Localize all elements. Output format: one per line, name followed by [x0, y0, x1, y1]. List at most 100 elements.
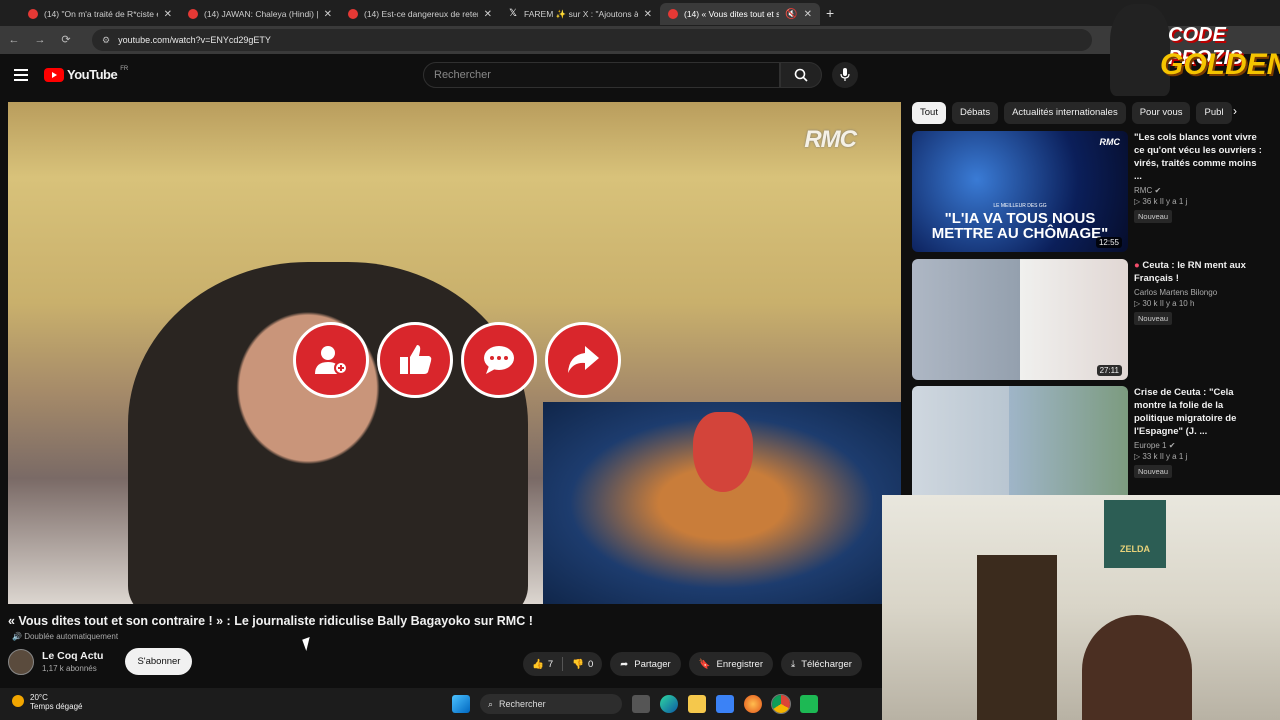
- forward-button[interactable]: →: [32, 32, 48, 48]
- video-thumbnail[interactable]: 27:11: [912, 259, 1128, 380]
- windows-taskbar: 20°C Temps dégagé ⌕ Rechercher: [0, 688, 882, 720]
- video-title: « Vous dites tout et son contraire ! » :…: [8, 614, 533, 628]
- play-icon: ▷: [1134, 452, 1141, 461]
- recommendation-title[interactable]: Crise de Ceuta : "Cela montre la folie d…: [1134, 386, 1264, 438]
- share-button[interactable]: ➦ Partager: [610, 652, 681, 676]
- dislike-button[interactable]: 👎 0: [563, 659, 602, 670]
- recommendation-channel[interactable]: RMC: [1134, 186, 1152, 195]
- play-icon: ▷: [1134, 299, 1141, 308]
- dubbed-text: Doublée automatiquement: [24, 632, 119, 641]
- search-button[interactable]: [780, 62, 822, 88]
- back-button[interactable]: ←: [6, 32, 22, 48]
- url-text: youtube.com/watch?v=ENYcd29gETY: [118, 35, 271, 45]
- new-badge: Nouveau: [1134, 210, 1173, 223]
- file-explorer-icon[interactable]: [688, 695, 706, 713]
- subscribe-button[interactable]: S'abonner: [125, 648, 193, 675]
- search-input[interactable]: Rechercher: [423, 62, 780, 88]
- recommendation-channel[interactable]: Europe 1: [1134, 441, 1166, 450]
- logo-text: YouTube: [67, 67, 118, 82]
- browser-tab-active[interactable]: (14) « Vous dites tout et son co 🔇 ✕: [660, 3, 820, 25]
- channel-name[interactable]: Le Coq Actu: [42, 650, 103, 662]
- close-icon[interactable]: ✕: [484, 9, 492, 20]
- youtube-icon: [28, 9, 38, 19]
- tab-title: (14) « Vous dites tout et son co: [684, 9, 780, 19]
- chip-all[interactable]: Tout: [912, 102, 946, 124]
- browser-tab[interactable]: (14) Est-ce dangereux de retenir ✕: [340, 3, 500, 25]
- bookshelf-image: [977, 555, 1057, 720]
- weather-widget[interactable]: 20°C Temps dégagé: [12, 693, 82, 711]
- site-info-icon[interactable]: ⚙: [102, 35, 110, 46]
- youtube-icon: [188, 9, 198, 19]
- video-player[interactable]: RMC: [8, 102, 901, 604]
- bookmark-icon: 🔖: [698, 658, 711, 670]
- chip-debates[interactable]: Débats: [951, 102, 999, 124]
- firefox-icon[interactable]: [744, 695, 762, 713]
- chrome-icon[interactable]: [771, 694, 791, 714]
- store-icon[interactable]: [716, 695, 734, 713]
- download-button[interactable]: ⤓ Télécharger: [781, 652, 862, 676]
- filter-chips: Tout Débats Actualités internationales P…: [912, 102, 1233, 124]
- channel-avatar[interactable]: [8, 648, 34, 675]
- browser-tab[interactable]: (14) "On m'a traité de R*ciste et ✕: [20, 3, 180, 25]
- chevron-right-icon[interactable]: ›: [1233, 104, 1237, 118]
- like-button[interactable]: 👍 7: [523, 659, 562, 670]
- new-tab-button[interactable]: +: [826, 5, 834, 21]
- tab-title: (14) JAWAN: Chaleya (Hindi) | SRK: [204, 9, 318, 19]
- x-icon: 𝕏: [508, 8, 518, 19]
- save-button[interactable]: 🔖 Enregistrer: [688, 652, 773, 676]
- thumbnail-caption: LE MEILLEUR DES GG: [993, 203, 1047, 209]
- taskbar-search[interactable]: ⌕ Rechercher: [480, 694, 622, 714]
- recommendation-item[interactable]: 27:11 ● Ceuta : le RN ment aux Français …: [912, 259, 1264, 380]
- windows-start-icon[interactable]: [452, 695, 470, 713]
- recommendation-channel[interactable]: Carlos Martens Bilongo: [1134, 288, 1264, 297]
- app-icon[interactable]: [800, 695, 818, 713]
- task-view-icon[interactable]: [632, 695, 650, 713]
- mute-icon[interactable]: 🔇: [785, 9, 797, 20]
- browser-tabbar: (14) "On m'a traité de R*ciste et ✕ (14)…: [0, 0, 1280, 26]
- youtube-header: YouTube FR Rechercher: [0, 54, 1280, 98]
- browser-tab[interactable]: (14) JAWAN: Chaleya (Hindi) | SRK ✕: [180, 3, 340, 25]
- reload-button[interactable]: ⟳: [58, 32, 74, 48]
- chip-for-you[interactable]: Pour vous: [1131, 102, 1191, 124]
- mouse-cursor: [302, 636, 314, 652]
- video-thumbnail[interactable]: [912, 386, 1128, 507]
- recommendation-title[interactable]: "Les cols blancs vont vivre ce qu'ont vé…: [1134, 131, 1264, 183]
- url-field[interactable]: ⚙ youtube.com/watch?v=ENYcd29gETY: [92, 29, 1092, 51]
- youtube-logo[interactable]: YouTube FR: [44, 66, 128, 82]
- recommendation-stats: 33 k Il y a 1 j: [1142, 452, 1188, 461]
- thumbs-down-icon: 👎: [572, 658, 584, 670]
- recommendation-item[interactable]: RMC LE MEILLEUR DES GG "L'IA VA TOUS NOU…: [912, 131, 1264, 252]
- weather-condition: Temps dégagé: [30, 702, 83, 711]
- youtube-play-icon: [44, 67, 64, 82]
- tab-title: FAREM ✨ sur X : "Ajoutons à ça: [524, 8, 638, 19]
- share-arrow-icon: [545, 322, 621, 398]
- video-thumbnail[interactable]: RMC LE MEILLEUR DES GG "L'IA VA TOUS NOU…: [912, 131, 1128, 252]
- channel-info: Le Coq Actu 1,17 k abonnés S'abonner: [8, 648, 193, 675]
- close-icon[interactable]: ✕: [164, 9, 172, 20]
- recommendation-stats: 36 k Il y a 1 j: [1142, 197, 1188, 206]
- recommendation-item[interactable]: Crise de Ceuta : "Cela montre la folie d…: [912, 386, 1264, 507]
- share-icon: ➦: [620, 658, 629, 670]
- tab-title: (14) Est-ce dangereux de retenir: [364, 9, 478, 19]
- channel-watermark: RMC: [804, 126, 857, 153]
- download-icon: ⤓: [791, 658, 796, 670]
- live-dot-icon: ●: [1134, 260, 1140, 271]
- edge-icon[interactable]: [660, 695, 678, 713]
- new-badge: Nouveau: [1134, 312, 1173, 325]
- close-icon[interactable]: ✕: [644, 9, 652, 20]
- taskbar-search-label: Rechercher: [499, 699, 546, 709]
- close-icon[interactable]: ✕: [804, 9, 812, 20]
- webcam-overlay: ZELDA: [882, 495, 1280, 720]
- play-icon: ▷: [1134, 197, 1141, 206]
- promo-line-2: GOLDENG: [1160, 48, 1280, 81]
- menu-icon[interactable]: [14, 69, 28, 81]
- browser-tab[interactable]: 𝕏 FAREM ✨ sur X : "Ajoutons à ça ✕: [500, 3, 660, 25]
- recommendation-title[interactable]: Ceuta : le RN ment aux Français !: [1134, 260, 1246, 284]
- dubbed-label: 🔊 Doublée automatiquement: [12, 632, 118, 641]
- close-icon[interactable]: ✕: [324, 9, 332, 20]
- thumbnail-headline: "L'IA VA TOUS NOUS METTRE AU CHÔMAGE": [931, 210, 1109, 242]
- voice-search-button[interactable]: [832, 62, 858, 88]
- chip-published[interactable]: Publ: [1196, 102, 1233, 124]
- chip-international-news[interactable]: Actualités internationales: [1004, 102, 1126, 124]
- rooster-overlay-image: [543, 402, 901, 604]
